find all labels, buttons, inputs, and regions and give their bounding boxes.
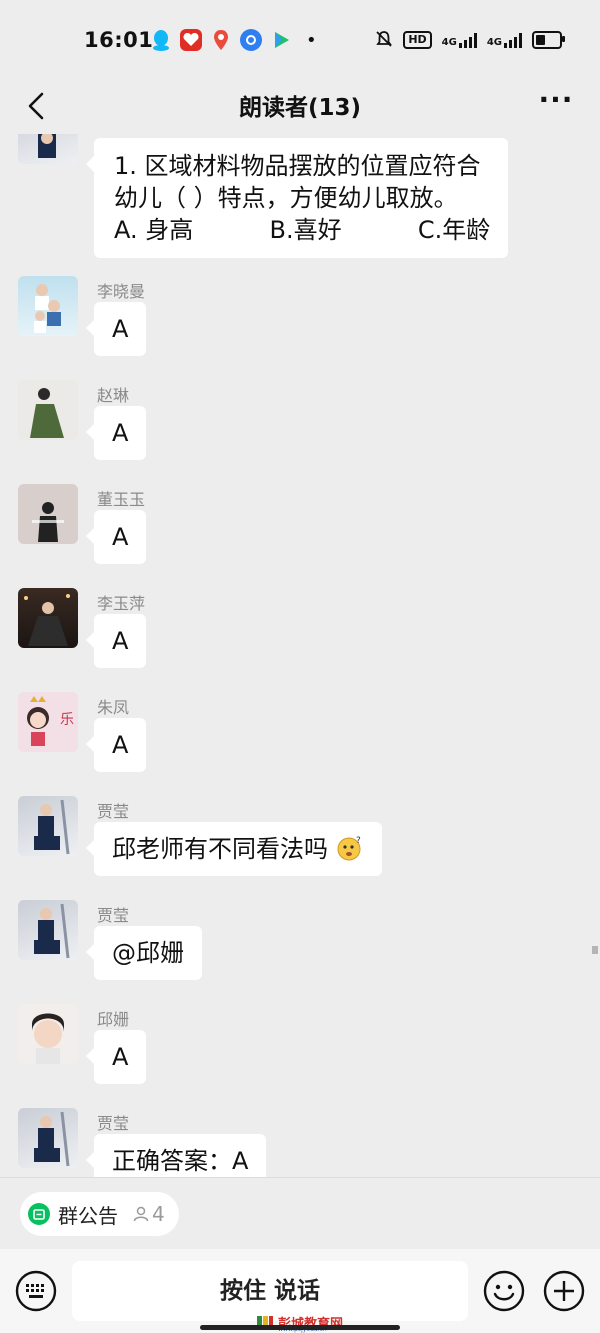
- thinking-face-emoji: ?: [337, 836, 361, 861]
- avatar[interactable]: [18, 380, 78, 440]
- network-label: 4G: [441, 37, 457, 48]
- emoji-button[interactable]: [482, 1269, 526, 1313]
- video-player-icon: [270, 29, 292, 51]
- scrollbar-thumb[interactable]: [592, 946, 598, 954]
- sender-name: 贾莹: [97, 906, 130, 925]
- avatar[interactable]: [18, 134, 78, 164]
- message-text-line: 1. 区域材料物品摆放的位置应符合: [114, 152, 481, 180]
- message-text: A: [112, 627, 129, 655]
- avatar[interactable]: [18, 796, 78, 856]
- notice-label: 群公告: [58, 1203, 118, 1228]
- message-bubble[interactable]: @邱姗: [86, 926, 202, 980]
- avatar[interactable]: 乐: [18, 692, 78, 752]
- group-notice-button[interactable]: 群公告 4: [20, 1192, 179, 1236]
- pinduoduo-icon: [180, 29, 202, 51]
- sender-name: 赵琳: [97, 386, 130, 405]
- avatar[interactable]: [18, 1004, 78, 1064]
- message-bubble[interactable]: A: [85, 406, 147, 460]
- message-text: A: [112, 419, 129, 447]
- message-bubble[interactable]: 邱老师有不同看法吗 ?: [86, 822, 382, 876]
- message-text: A: [112, 1043, 129, 1071]
- more-dots-icon: ···: [538, 83, 574, 116]
- sender-name: 李晓曼: [97, 282, 146, 301]
- hd-badge: HD: [403, 31, 432, 49]
- keyboard-toggle-button[interactable]: [14, 1269, 58, 1313]
- mute-bell-icon: [375, 30, 393, 51]
- smiley-icon: [483, 1270, 525, 1312]
- avatar[interactable]: [18, 484, 78, 544]
- battery-icon: [532, 31, 565, 49]
- network-label: 4G: [486, 37, 502, 48]
- battery-level: [536, 35, 545, 45]
- signal-bars-icon: [458, 32, 477, 48]
- svg-text:?: ?: [356, 836, 361, 846]
- chat-message-list[interactable]: 1. 区域材料物品摆放的位置应符合 幼儿（ ）特点，方便幼儿取放。 A. 身高 …: [0, 134, 600, 1177]
- page-title: 朗读者(13): [238, 95, 362, 121]
- qq-icon: [150, 29, 172, 51]
- message-text: A: [112, 523, 129, 551]
- sender-name: 董玉玉: [97, 490, 146, 509]
- status-system-icons: HD 4G 4G: [375, 28, 565, 52]
- message-bubble[interactable]: A: [85, 614, 147, 668]
- message-bubble[interactable]: 正确答案：A: [85, 1134, 267, 1177]
- notice-icon: [28, 1203, 50, 1225]
- sender-name: 邱姗: [97, 1010, 130, 1029]
- signal-4g-1: 4G: [442, 32, 477, 48]
- group-notice-bar: 群公告 4: [0, 1177, 600, 1250]
- message-text: A: [112, 315, 129, 343]
- plus-icon: [543, 1270, 585, 1312]
- message-bubble[interactable]: A: [85, 1030, 147, 1084]
- message-text: 邱老师有不同看法吗: [112, 835, 328, 863]
- avatar[interactable]: [18, 276, 78, 336]
- sender-name: 贾莹: [97, 802, 130, 821]
- message-bubble[interactable]: A: [85, 510, 147, 564]
- message-bubble[interactable]: A: [85, 302, 147, 356]
- map-pin-icon: [210, 29, 232, 51]
- sender-name: 朱凤: [97, 698, 130, 717]
- notice-count-value: 4: [152, 1202, 165, 1226]
- more-actions-button[interactable]: [542, 1269, 586, 1313]
- browser-icon: [240, 29, 262, 51]
- keyboard-icon: [15, 1270, 57, 1312]
- status-time: 16:01: [84, 28, 154, 52]
- person-icon: [133, 1206, 149, 1222]
- message-text: A: [112, 731, 129, 759]
- more-button[interactable]: ···: [538, 86, 574, 124]
- message-bubble[interactable]: A: [85, 718, 147, 772]
- avatar[interactable]: [18, 900, 78, 960]
- message-text-line: A. 身高 B.喜好 C.年龄: [114, 216, 491, 244]
- home-indicator[interactable]: [200, 1325, 400, 1330]
- sender-name: 李玉萍: [97, 594, 146, 613]
- status-app-icons: •: [150, 28, 317, 52]
- sender-name: 贾莹: [97, 1114, 130, 1133]
- avatar[interactable]: [18, 1108, 78, 1168]
- message-text: 正确答案：A: [112, 1147, 249, 1175]
- message-bubble[interactable]: 1. 区域材料物品摆放的位置应符合 幼儿（ ）特点，方便幼儿取放。 A. 身高 …: [85, 138, 509, 258]
- status-bar: 16:01 • HD 4G 4G: [0, 0, 600, 78]
- status-dot: •: [306, 29, 317, 51]
- message-text-line: 幼儿（ ）特点，方便幼儿取放。: [114, 184, 458, 212]
- signal-bars-icon: [504, 32, 522, 48]
- signal-4g-2: 4G: [487, 32, 522, 48]
- svg-text:乐: 乐: [60, 712, 74, 728]
- notice-read-count: 4: [132, 1202, 165, 1226]
- avatar[interactable]: [18, 588, 78, 648]
- chat-header: 朗读者(13) ···: [0, 78, 600, 134]
- message-text: @邱姗: [112, 939, 184, 967]
